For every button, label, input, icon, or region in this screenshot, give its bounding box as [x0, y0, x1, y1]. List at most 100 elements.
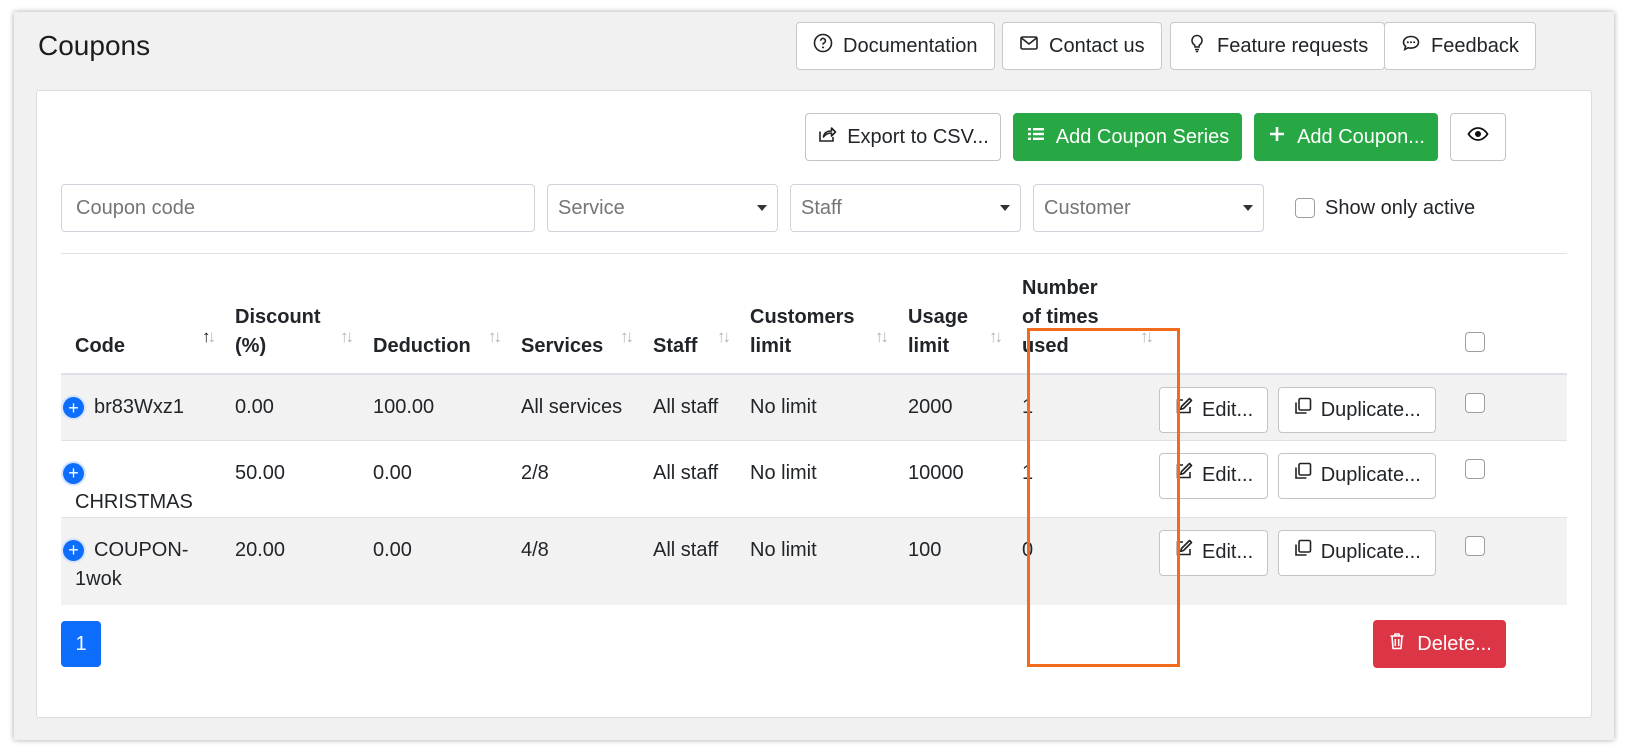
column-header-label: Staff: [653, 335, 698, 357]
column-header-usage-limit[interactable]: Usage limit ↑↓: [894, 254, 1008, 375]
cell-text: COUPON-: [94, 538, 189, 561]
list-icon: [1026, 124, 1046, 150]
show-only-active-label: Show only active: [1325, 196, 1476, 219]
cell-usage-limit: 10000: [894, 439, 1008, 517]
column-header-label: Customers: [750, 306, 855, 328]
sort-icon[interactable]: ↑↓: [989, 322, 1003, 351]
cell-select: [1455, 373, 1567, 440]
column-header-services[interactable]: Services ↑↓: [507, 254, 639, 375]
staff-select[interactable]: Staff: [790, 184, 1021, 232]
row-checkbox[interactable]: [1465, 458, 1485, 479]
envelope-icon: [1019, 33, 1039, 59]
column-header-actions: [1159, 254, 1455, 375]
export-csv-label: Export to CSV...: [847, 125, 989, 148]
cell-text: 1wok: [75, 567, 122, 590]
sort-icon[interactable]: ↑↓: [875, 322, 889, 351]
cell-times-used: 0: [1008, 516, 1159, 605]
duplicate-label: Duplicate...: [1320, 541, 1421, 563]
service-select-value: Service: [558, 196, 625, 219]
expand-plus-icon[interactable]: +: [63, 397, 84, 419]
customer-select[interactable]: Customer: [1033, 184, 1264, 232]
copy-icon: [1293, 538, 1313, 567]
column-header-label: limit: [908, 335, 950, 357]
cell-deduction: 0.00: [359, 516, 507, 605]
duplicate-button[interactable]: Duplicate...: [1277, 452, 1436, 499]
select-all-checkbox[interactable]: [1465, 332, 1485, 352]
feedback-button[interactable]: Feedback: [1384, 22, 1536, 70]
table-header-row: Code ↑↓ Discount (%) ↑↓ Deduction ↑↓ Ser…: [61, 254, 1567, 375]
column-header-label: Code: [75, 335, 125, 357]
sort-icon[interactable]: ↑↓: [717, 322, 731, 351]
column-header-customers-limit[interactable]: Customers limit ↑↓: [736, 254, 894, 375]
cell-select: [1455, 439, 1567, 517]
cell-services: 2/8: [507, 439, 639, 517]
contact-us-button[interactable]: Contact us: [1002, 22, 1162, 70]
column-header-label: limit: [750, 335, 792, 357]
chevron-down-icon: [757, 205, 767, 211]
service-select[interactable]: Service: [547, 184, 778, 232]
row-checkbox[interactable]: [1465, 535, 1485, 556]
column-header-label: (%): [235, 335, 267, 357]
add-coupon-series-button[interactable]: Add Coupon Series: [1013, 113, 1242, 161]
column-header-staff[interactable]: Staff ↑↓: [639, 254, 736, 375]
cell-code: + COUPON- 1wok: [61, 516, 221, 605]
delete-label: Delete...: [1417, 632, 1492, 655]
delete-button[interactable]: Delete...: [1373, 620, 1506, 668]
cell-staff: All staff: [639, 373, 736, 440]
duplicate-button[interactable]: Duplicate...: [1277, 529, 1436, 576]
column-header-code[interactable]: Code ↑↓: [61, 254, 221, 375]
expand-plus-icon[interactable]: +: [63, 462, 84, 484]
expand-plus-icon[interactable]: +: [63, 539, 84, 561]
feedback-label: Feedback: [1431, 34, 1519, 57]
share-icon: [817, 124, 837, 150]
cell-times-used: 1: [1008, 439, 1159, 517]
cell-customers-limit: No limit: [736, 439, 894, 517]
feature-requests-button[interactable]: Feature requests: [1170, 22, 1386, 70]
staff-select-value: Staff: [801, 196, 842, 219]
column-header-times-used[interactable]: Number of times used ↑↓: [1008, 254, 1159, 375]
show-only-active[interactable]: Show only active: [1295, 184, 1475, 232]
column-header-select-all[interactable]: [1455, 254, 1567, 375]
column-header-label: Usage: [908, 306, 969, 328]
cell-discount: 20.00: [221, 516, 359, 605]
documentation-button[interactable]: Documentation: [796, 22, 995, 70]
export-csv-button[interactable]: Export to CSV...: [805, 113, 1001, 161]
question-circle-icon: [813, 33, 833, 59]
contact-us-label: Contact us: [1049, 34, 1145, 57]
column-header-label: Deduction: [373, 335, 471, 357]
column-header-discount[interactable]: Discount (%) ↑↓: [221, 254, 359, 375]
add-coupon-series-label: Add Coupon Series: [1055, 125, 1230, 148]
cell-usage-limit: 100: [894, 516, 1008, 605]
duplicate-button[interactable]: Duplicate...: [1277, 387, 1436, 433]
sort-icon[interactable]: ↑↓: [202, 322, 216, 351]
cell-times-used: 1: [1008, 373, 1159, 440]
edit-button[interactable]: Edit...: [1159, 529, 1269, 576]
cell-usage-limit: 2000: [894, 373, 1008, 440]
cell-discount: 50.00: [221, 439, 359, 517]
edit-button[interactable]: Edit...: [1159, 452, 1269, 499]
cell-code: + br83Wxz1: [61, 373, 221, 440]
row-checkbox[interactable]: [1465, 393, 1485, 413]
cell-code: + CHRISTMAS: [61, 439, 221, 517]
table-row: + br83Wxz1 0.00 100.00 All services All s…: [61, 373, 1567, 440]
pagination-page-1[interactable]: 1: [61, 621, 101, 667]
documentation-label: Documentation: [843, 34, 978, 57]
column-header-deduction[interactable]: Deduction ↑↓: [359, 254, 507, 375]
sort-icon[interactable]: ↑↓: [488, 322, 502, 351]
edit-button[interactable]: Edit...: [1159, 387, 1269, 433]
sort-icon[interactable]: ↑↓: [620, 322, 634, 351]
column-header-label: Discount: [235, 306, 321, 328]
coupon-code-input[interactable]: [61, 184, 535, 232]
sort-icon[interactable]: ↑↓: [340, 322, 354, 351]
column-visibility-button[interactable]: [1450, 113, 1506, 161]
chevron-down-icon: [1000, 205, 1010, 211]
sort-icon[interactable]: ↑↓: [1140, 322, 1154, 351]
edit-label: Edit...: [1202, 398, 1254, 421]
cell-customers-limit: No limit: [736, 516, 894, 605]
lightbulb-icon: [1187, 33, 1207, 59]
show-only-active-checkbox[interactable]: [1295, 198, 1315, 218]
edit-label: Edit...: [1202, 541, 1254, 563]
table-row: + COUPON- 1wok 20.00 0.00 4/8 All staff No…: [61, 516, 1567, 605]
cell-services: All services: [507, 373, 639, 440]
add-coupon-button[interactable]: Add Coupon...: [1254, 113, 1438, 161]
